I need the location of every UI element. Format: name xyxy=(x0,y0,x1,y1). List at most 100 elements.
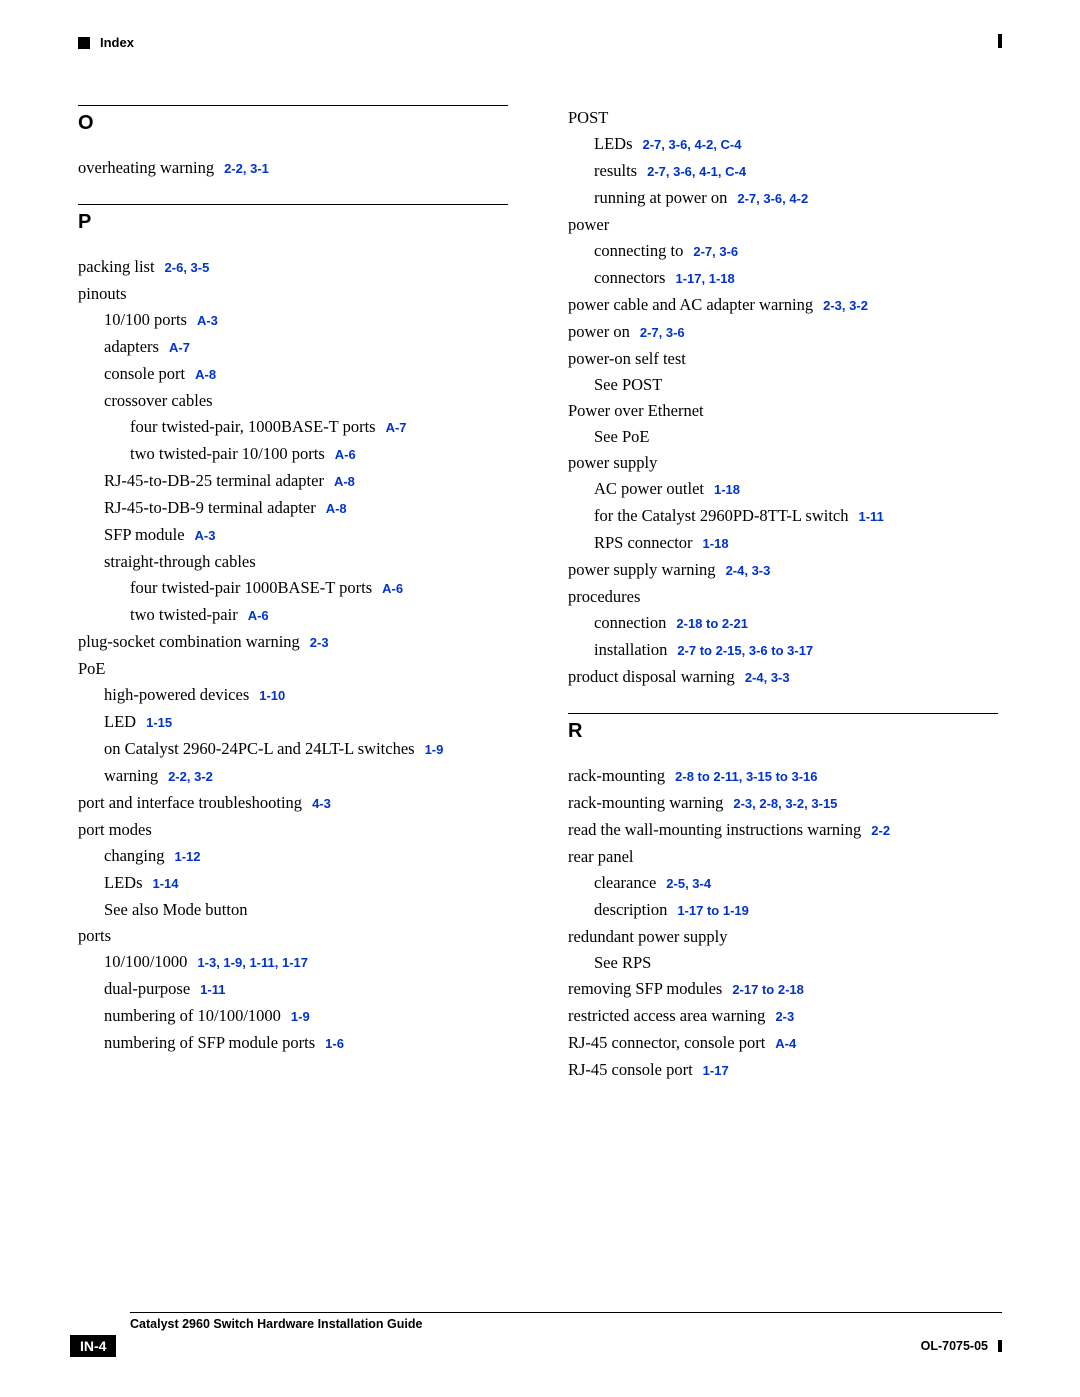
index-term: on Catalyst 2960-24PC-L and 24LT-L switc… xyxy=(104,739,415,758)
index-term: See PoE xyxy=(594,427,649,446)
index-term: PoE xyxy=(78,659,106,678)
index-page-link[interactable]: 1-9 xyxy=(291,1009,310,1024)
index-page-link[interactable]: 1-11 xyxy=(859,509,884,524)
index-page-link[interactable]: 2-4, 3-3 xyxy=(726,563,771,578)
index-term: RJ-45-to-DB-9 terminal adapter xyxy=(104,498,316,517)
index-page-link[interactable]: 2-6, 3-5 xyxy=(165,260,210,275)
index-entry: connecting to2-7, 3-6 xyxy=(568,238,998,264)
index-page-link[interactable]: 2-7, 3-6, 4-1, C-4 xyxy=(647,164,746,179)
index-entry: redundant power supply xyxy=(568,924,998,949)
index-page-link[interactable]: 4-3 xyxy=(312,796,331,811)
index-page-link[interactable]: A-8 xyxy=(195,367,216,382)
document-id: OL-7075-05 xyxy=(921,1339,988,1353)
index-page-link[interactable]: 2-7 to 2-15, 3-6 to 3-17 xyxy=(677,643,813,658)
index-page-link[interactable]: A-6 xyxy=(248,608,269,623)
index-term: RJ-45 connector, console port xyxy=(568,1033,765,1052)
footer-title: Catalyst 2960 Switch Hardware Installati… xyxy=(130,1317,1080,1331)
index-entry: running at power on2-7, 3-6, 4-2 xyxy=(568,185,998,211)
index-entry: console port A-8 xyxy=(78,361,508,387)
section-letter: O xyxy=(78,112,508,135)
index-page-link[interactable]: 2-7, 3-6, 4-2, C-4 xyxy=(643,137,742,152)
index-term: pinouts xyxy=(78,284,127,303)
index-page-link[interactable]: A-3 xyxy=(197,313,218,328)
page-header: Index xyxy=(78,35,1002,50)
index-entry: plug-socket combination warning2-3 xyxy=(78,629,508,655)
index-page-link[interactable]: 2-17 to 2-18 xyxy=(732,982,804,997)
index-term: crossover cables xyxy=(104,391,213,410)
index-page-link[interactable]: 1-10 xyxy=(259,688,285,703)
index-page-link[interactable]: 1-9 xyxy=(425,742,444,757)
index-term: product disposal warning xyxy=(568,667,735,686)
index-page-link[interactable]: A-8 xyxy=(334,474,355,489)
index-entry: 10/100 portsA-3 xyxy=(78,307,508,333)
index-term: read the wall-mounting instructions warn… xyxy=(568,820,861,839)
index-page-link[interactable]: A-7 xyxy=(386,420,407,435)
index-page-link[interactable]: 2-3, 3-2 xyxy=(823,298,868,313)
index-page-link[interactable]: 2-18 to 2-21 xyxy=(676,616,748,631)
index-page-link[interactable]: 2-3 xyxy=(310,635,329,650)
index-page-link[interactable]: 1-15 xyxy=(146,715,172,730)
index-page-link[interactable]: 1-17 xyxy=(703,1063,729,1078)
index-page-link[interactable]: 2-4, 3-3 xyxy=(745,670,790,685)
index-term: Power over Ethernet xyxy=(568,401,704,420)
index-entry: SFP moduleA-3 xyxy=(78,522,508,548)
index-term: RJ-45 console port xyxy=(568,1060,693,1079)
index-term: RJ-45-to-DB-25 terminal adapter xyxy=(104,471,324,490)
index-term: See POST xyxy=(594,375,662,394)
index-page-link[interactable]: 1-12 xyxy=(174,849,200,864)
index-page-link[interactable]: 2-3, 2-8, 3-2, 3-15 xyxy=(733,796,837,811)
index-page-link[interactable]: A-6 xyxy=(335,447,356,462)
index-entry: warning 2-2, 3-2 xyxy=(78,763,508,789)
index-term: 10/100/1000 xyxy=(104,952,187,971)
index-entry: installation2-7 to 2-15, 3-6 to 3-17 xyxy=(568,637,998,663)
index-page-link[interactable]: A-4 xyxy=(775,1036,796,1051)
index-page-link[interactable]: 2-3 xyxy=(775,1009,794,1024)
section-rule xyxy=(568,713,998,714)
index-entry: 10/100/1000 1-3, 1-9, 1-11, 1-17 xyxy=(78,949,508,975)
index-page-link[interactable]: A-7 xyxy=(169,340,190,355)
index-page-link[interactable]: 1-18 xyxy=(714,482,740,497)
index-page-link[interactable]: 2-7, 3-6 xyxy=(640,325,685,340)
index-entry: connection2-18 to 2-21 xyxy=(568,610,998,636)
footer-rule xyxy=(130,1312,1002,1313)
index-page-link[interactable]: 1-11 xyxy=(200,982,225,997)
index-page-link[interactable]: 1-17, 1-18 xyxy=(675,271,734,286)
index-page-link[interactable]: 1-6 xyxy=(325,1036,344,1051)
index-term: warning xyxy=(104,766,158,785)
header-index-label: Index xyxy=(100,35,134,50)
index-term: LED xyxy=(104,712,136,731)
index-entry: numbering of SFP module ports1-6 xyxy=(78,1030,508,1056)
index-page-link[interactable]: 1-18 xyxy=(703,536,729,551)
index-page-link[interactable]: 2-2, 3-2 xyxy=(168,769,213,784)
index-page-link[interactable]: A-3 xyxy=(195,528,216,543)
index-entry: procedures xyxy=(568,584,998,609)
index-page-link[interactable]: A-8 xyxy=(326,501,347,516)
index-entry: RPS connector1-18 xyxy=(568,530,998,556)
section-letter: R xyxy=(568,720,998,743)
index-term: See also Mode button xyxy=(104,900,247,919)
footer-end-bar-icon xyxy=(998,1340,1002,1352)
index-entry: RJ-45-to-DB-25 terminal adapter A-8 xyxy=(78,468,508,494)
index-term: high-powered devices xyxy=(104,685,249,704)
index-term: two twisted-pair 10/100 ports xyxy=(130,444,325,463)
index-entry: PoE xyxy=(78,656,508,681)
index-page-link[interactable]: 1-3, 1-9, 1-11, 1-17 xyxy=(197,955,308,970)
index-page-link[interactable]: 2-8 to 2-11, 3-15 to 3-16 xyxy=(675,769,817,784)
index-entry: connectors1-17, 1-18 xyxy=(568,265,998,291)
index-page-link[interactable]: 2-2 xyxy=(871,823,890,838)
index-term: console port xyxy=(104,364,185,383)
index-page-link[interactable]: 2-7, 3-6, 4-2 xyxy=(737,191,808,206)
index-entry: RJ-45 connector, console port A-4 xyxy=(568,1030,998,1056)
index-page-link[interactable]: A-6 xyxy=(382,581,403,596)
index-page-link[interactable]: 1-14 xyxy=(153,876,179,891)
index-term: POST xyxy=(568,108,608,127)
index-entry: Power over Ethernet xyxy=(568,398,998,423)
index-term: two twisted-pair xyxy=(130,605,238,624)
index-term: four twisted-pair 1000BASE-T ports xyxy=(130,578,372,597)
index-page-link[interactable]: 2-7, 3-6 xyxy=(693,244,738,259)
index-page-link[interactable]: 2-5, 3-4 xyxy=(666,876,711,891)
index-entry: power xyxy=(568,212,998,237)
index-entry: for the Catalyst 2960PD-8TT-L switch1-11 xyxy=(568,503,998,529)
index-page-link[interactable]: 2-2, 3-1 xyxy=(224,161,269,176)
index-page-link[interactable]: 1-17 to 1-19 xyxy=(677,903,749,918)
